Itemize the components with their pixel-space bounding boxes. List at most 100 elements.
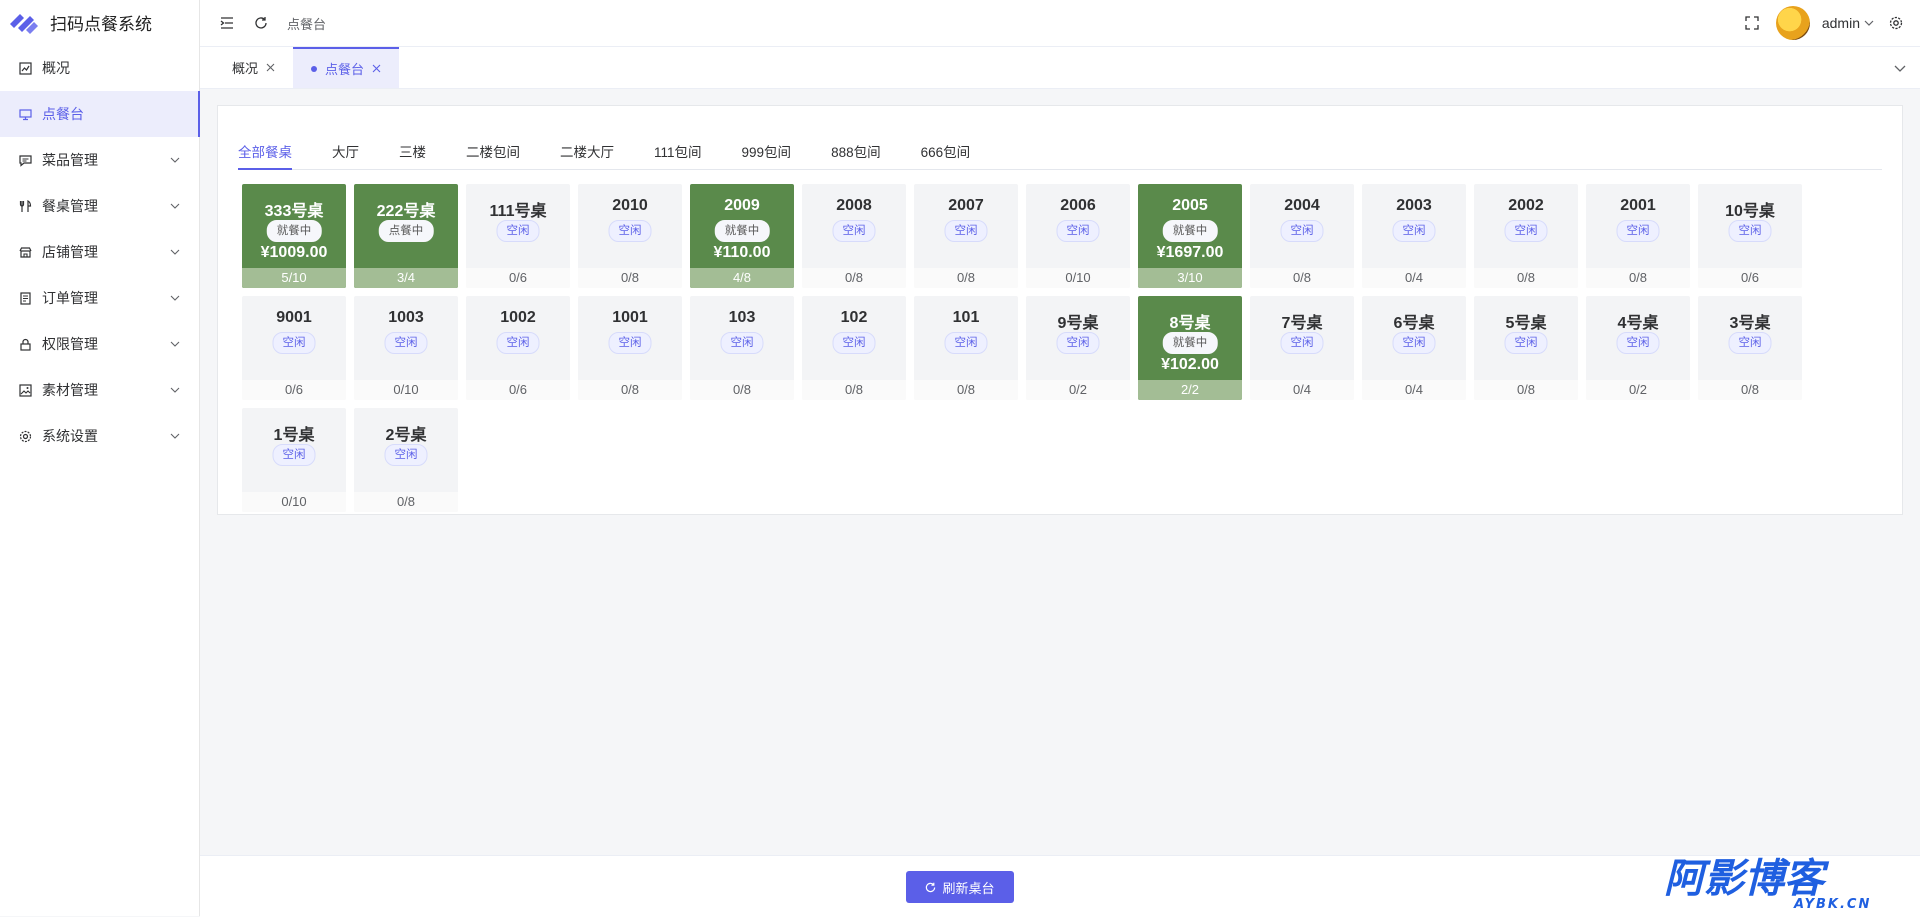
table-name: 2001 [1620,197,1656,214]
user-menu[interactable]: admin [1822,15,1874,31]
table-name: 1001 [612,309,648,326]
area-tab-0[interactable]: 全部餐桌 [238,133,292,170]
area-tab-2[interactable]: 三楼 [399,133,426,169]
message-icon [18,153,32,167]
sidebar-item-4[interactable]: 店铺管理 [0,229,199,275]
sidebar-item-0[interactable]: 概况 [0,45,199,91]
sidebar-item-5[interactable]: 订单管理 [0,275,199,321]
page-tab-1[interactable]: 点餐台 [293,47,400,88]
sidebar-item-6[interactable]: 权限管理 [0,321,199,367]
seat-count: 0/8 [914,268,1018,288]
close-icon[interactable] [266,60,275,75]
table-card[interactable]: 7号桌 空闲 0/4 [1250,296,1354,400]
table-name: 7号桌 [1281,315,1323,332]
table-card[interactable]: 9号桌 空闲 0/2 [1026,296,1130,400]
area-tab-1[interactable]: 大厅 [332,133,359,169]
table-card[interactable]: 9001 空闲 0/6 [242,296,346,400]
tabs-more-chevron-icon[interactable] [1894,47,1906,88]
close-icon[interactable] [372,61,381,76]
table-name: 2007 [948,197,984,214]
table-card[interactable]: 1002 空闲 0/6 [466,296,570,400]
page-tab-0[interactable]: 概况 [214,47,293,88]
table-name: 2005 [1172,197,1208,214]
refresh-icon[interactable] [253,15,269,31]
table-name: 5号桌 [1505,315,1547,332]
seat-count: 0/8 [802,380,906,400]
table-card[interactable]: 5号桌 空闲 0/8 [1474,296,1578,400]
table-card[interactable]: 2004 空闲 0/8 [1250,184,1354,288]
table-name: 2008 [836,197,872,214]
table-card[interactable]: 103 空闲 0/8 [690,296,794,400]
gear-icon[interactable] [1888,15,1904,31]
table-card[interactable]: 2003 空闲 0/4 [1362,184,1466,288]
table-card[interactable]: 2号桌 空闲 0/8 [354,408,458,512]
status-badge: 就餐中 [266,220,322,242]
chevron-down-icon [169,383,181,395]
sidebar-item-1[interactable]: 点餐台 [0,91,200,137]
refresh-tables-button[interactable]: 刷新桌台 [906,871,1014,903]
area-tab-5[interactable]: 111包间 [654,133,702,169]
table-card[interactable]: 10号桌 空闲 0/6 [1698,184,1802,288]
fullscreen-icon[interactable] [1744,15,1760,31]
lock-icon [18,337,32,351]
table-card[interactable]: 4号桌 空闲 0/2 [1586,296,1690,400]
table-card[interactable]: 2001 空闲 0/8 [1586,184,1690,288]
table-card[interactable]: 2008 空闲 0/8 [802,184,906,288]
table-card[interactable]: 1001 空闲 0/8 [578,296,682,400]
table-card[interactable]: 101 空闲 0/8 [914,296,1018,400]
table-name: 222号桌 [376,203,436,220]
collapse-menu-icon[interactable] [219,15,235,31]
table-card[interactable]: 3号桌 空闲 0/8 [1698,296,1802,400]
table-card[interactable]: 1号桌 空闲 0/10 [242,408,346,512]
watermark-main: 阿影博客 [1664,856,1830,902]
sidebar-item-7[interactable]: 素材管理 [0,367,199,413]
table-card[interactable]: 111号桌 空闲 0/6 [466,184,570,288]
chevron-down-icon [169,337,181,349]
area-tab-6[interactable]: 999包间 [742,133,792,169]
status-badge: 空闲 [496,332,540,354]
area-tab-8[interactable]: 666包间 [921,133,971,169]
table-card[interactable]: 8号桌 就餐中 ¥102.00 2/2 [1138,296,1242,400]
table-card[interactable]: 2007 空闲 0/8 [914,184,1018,288]
avatar[interactable] [1775,6,1810,40]
table-card[interactable]: 2002 空闲 0/8 [1474,184,1578,288]
page-tabs: 概况 点餐台 [200,47,1920,89]
status-badge: 空闲 [608,220,652,242]
table-board: 全部餐桌 大厅 三楼 二楼包间 二楼大厅 111包间 999包间 888包间 666包间 333… [217,105,1903,515]
area-tab-3[interactable]: 二楼包间 [466,133,520,169]
logo[interactable]: 扫码点餐系统 [0,0,199,45]
table-card[interactable]: 1003 空闲 0/10 [354,296,458,400]
sidebar-item-label: 点餐台 [42,106,84,122]
seat-count: 0/4 [1362,268,1466,288]
area-tab-4[interactable]: 二楼大厅 [560,133,614,169]
sidebar-item-label: 权限管理 [42,336,98,352]
table-name: 1003 [388,309,424,326]
table-card[interactable]: 102 空闲 0/8 [802,296,906,400]
table-name: 8号桌 [1169,315,1211,332]
table-name: 2002 [1508,197,1544,214]
seat-count: 0/8 [1250,268,1354,288]
table-name: 9001 [276,309,312,326]
status-badge: 空闲 [384,444,428,466]
table-name: 2004 [1284,197,1320,214]
table-card[interactable]: 222号桌 点餐中 3/4 [354,184,458,288]
sidebar-item-3[interactable]: 餐桌管理 [0,183,199,229]
sidebar-item-2[interactable]: 菜品管理 [0,137,199,183]
table-card[interactable]: 2010 空闲 0/8 [578,184,682,288]
sidebar-menu: 概况点餐台菜品管理餐桌管理店铺管理 订单管理权限管理素材管理 系统设置 [0,45,200,459]
sidebar-item-8[interactable]: 系统设置 [0,413,199,459]
status-badge: 空闲 [1280,332,1324,354]
table-card[interactable]: 2009 就餐中 ¥110.00 4/8 [690,184,794,288]
seat-count: 0/8 [802,268,906,288]
table-card[interactable]: 2006 空闲 0/10 [1026,184,1130,288]
area-tab-7[interactable]: 888包间 [831,133,881,169]
table-card[interactable]: 6号桌 空闲 0/4 [1362,296,1466,400]
seat-count: 0/2 [1026,380,1130,400]
sidebar-item-label: 餐桌管理 [42,198,98,214]
table-card[interactable]: 2005 就餐中 ¥1697.00 3/10 [1138,184,1242,288]
table-name: 2009 [724,197,760,214]
status-badge: 空闲 [1056,220,1100,242]
page-tab-label: 点餐台 [325,62,365,77]
watermark-sub: AYBK.CN [1793,897,1871,910]
table-card[interactable]: 333号桌 就餐中 ¥1009.00 5/10 [242,184,346,288]
